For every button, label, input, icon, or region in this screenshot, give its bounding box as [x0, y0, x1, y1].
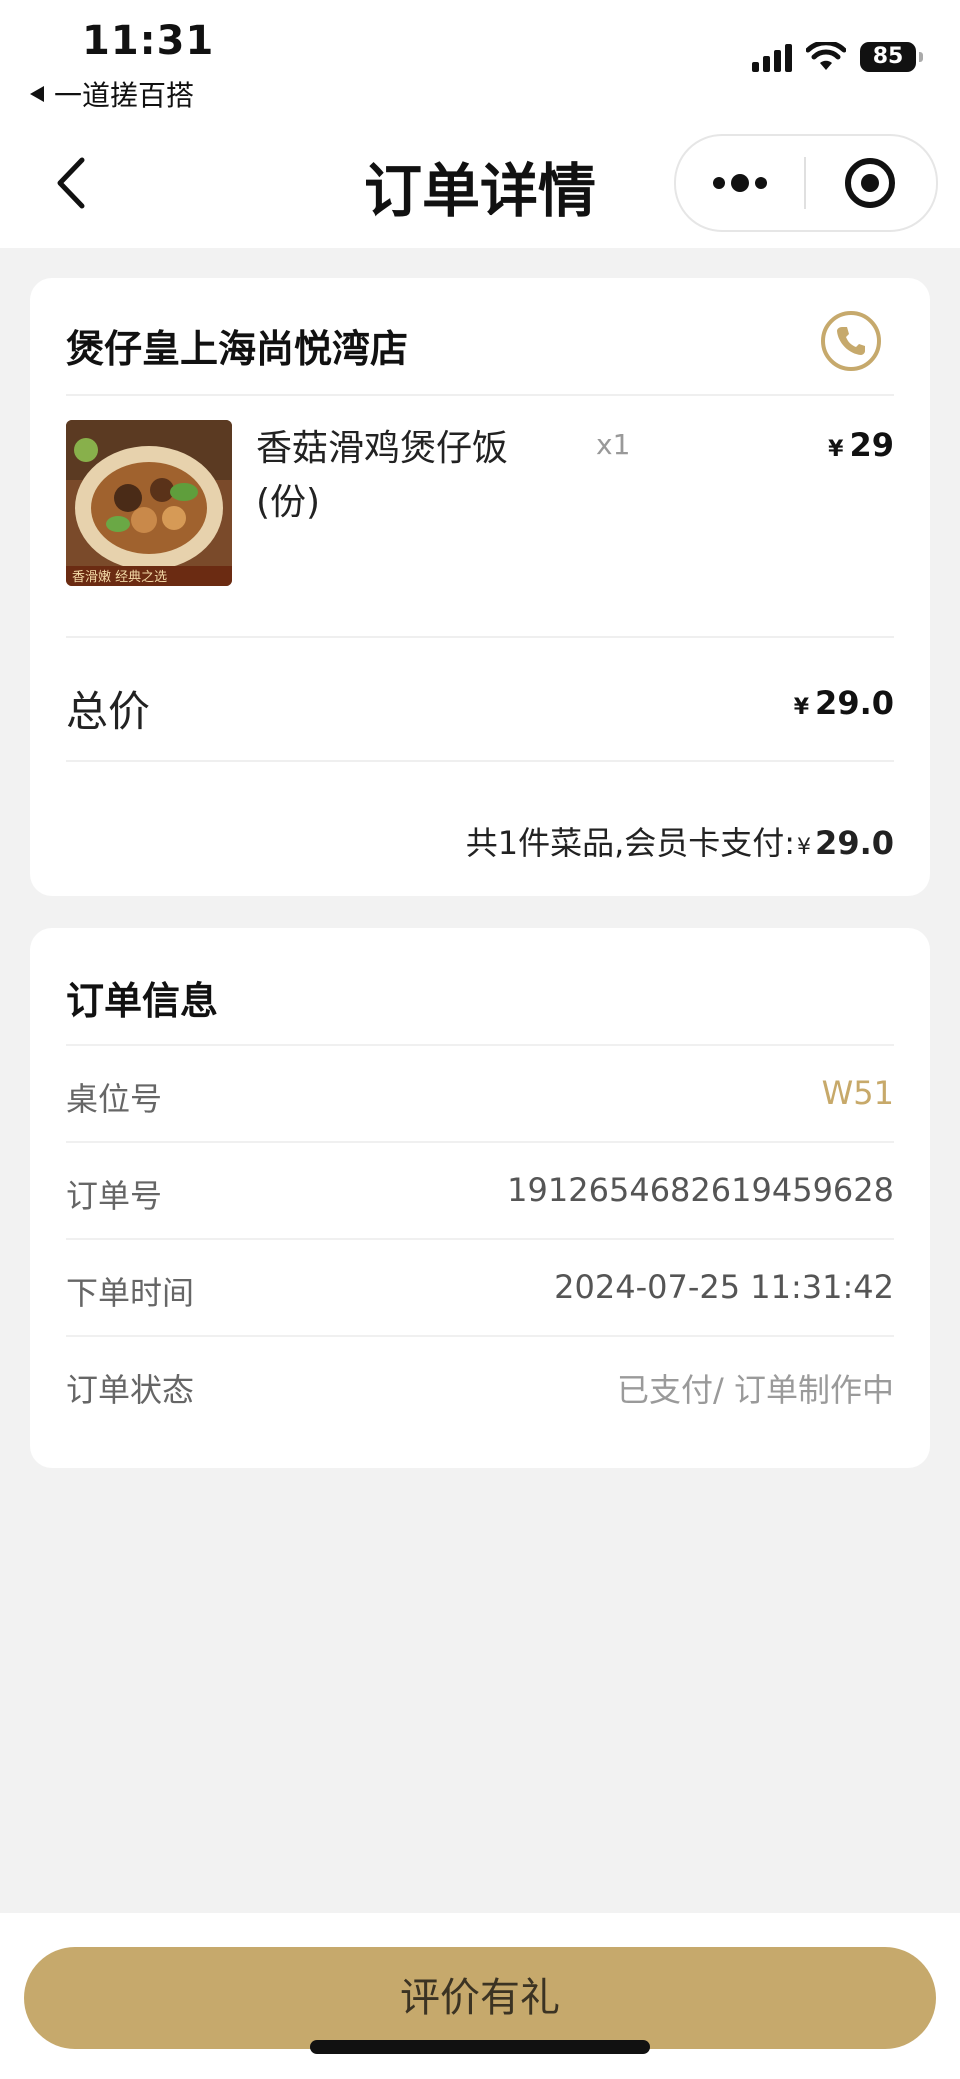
back-triangle-icon [30, 86, 44, 102]
order-info-card: 订单信息 桌位号 W51 订单号 1912654682619459628 下单时… [30, 928, 930, 1468]
total-price: ¥29.0 [794, 684, 894, 722]
info-label: 订单状态 [66, 1371, 195, 1409]
order-info-title: 订单信息 [66, 979, 219, 1023]
bottom-bar: 评价有礼 [0, 1913, 960, 2079]
total-label: 总价 [66, 687, 151, 736]
mini-program-capsule [674, 134, 938, 232]
store-name: 煲仔皇上海尚悦湾店 [66, 327, 409, 371]
dish-image[interactable]: 香滑嫩 经典之选 [66, 420, 232, 586]
order-items-card: 煲仔皇上海尚悦湾店 香滑嫩 经典之选 香菇滑鸡煲仔饭(份) x1 ¥29 总价 … [30, 278, 930, 896]
currency-symbol: ¥ [797, 835, 812, 860]
order-status-value: 已支付/ 订单制作中 [617, 1371, 894, 1409]
order-number-value[interactable]: 1912654682619459628 [507, 1171, 894, 1209]
card-divider [66, 636, 894, 638]
review-reward-button[interactable]: 评价有礼 [24, 1947, 936, 2049]
info-row-order-number: 订单号 1912654682619459628 [66, 1141, 894, 1239]
info-label: 订单号 [66, 1177, 163, 1215]
dish-price: ¥29 [828, 426, 894, 464]
info-row-order-time: 下单时间 2024-07-25 11:31:42 [66, 1238, 894, 1336]
info-row-table: 桌位号 W51 [66, 1044, 894, 1142]
dish-name: 香菇滑鸡煲仔饭(份) [256, 428, 509, 523]
phone-icon[interactable] [820, 310, 882, 372]
back-to-app-link[interactable]: 一道搓百搭 [30, 74, 194, 114]
status-icons: 85 [752, 42, 923, 72]
payment-summary: 共1件菜品,会员卡支付:¥ 29.0 [466, 818, 894, 864]
more-button[interactable] [676, 136, 804, 230]
dish-image-caption: 香滑嫩 经典之选 [72, 570, 167, 585]
info-label: 桌位号 [66, 1080, 163, 1118]
wifi-icon [806, 42, 846, 70]
target-icon [845, 158, 895, 208]
claypot-rice-image: 香滑嫩 经典之选 [66, 420, 232, 586]
summary-amount: 29.0 [815, 824, 894, 862]
summary-text: 共1件菜品,会员卡支付: [465, 824, 796, 862]
currency-symbol: ¥ [828, 437, 844, 462]
total-price-value: 29.0 [815, 684, 894, 722]
dish-price-value: 29 [849, 426, 894, 464]
card-divider [66, 760, 894, 762]
card-divider [66, 394, 894, 396]
info-label: 下单时间 [66, 1274, 195, 1312]
currency-symbol: ¥ [793, 695, 810, 720]
status-time: 11:31 [82, 18, 215, 64]
cellular-signal-icon [752, 42, 792, 72]
close-mini-program-button[interactable] [806, 136, 934, 230]
back-app-label: 一道搓百搭 [54, 79, 195, 112]
info-row-order-status: 订单状态 已支付/ 订单制作中 [66, 1335, 894, 1433]
table-number-value: W51 [821, 1074, 894, 1112]
order-time-value: 2024-07-25 11:31:42 [554, 1268, 894, 1306]
home-indicator[interactable] [310, 2040, 650, 2054]
battery-icon: 85 [860, 42, 923, 72]
status-bar: 11:31 一道搓百搭 85 [0, 0, 960, 118]
dish-quantity: x1 [596, 428, 631, 461]
navigation-bar: 订单详情 [0, 118, 960, 248]
more-dots-icon [713, 177, 725, 189]
